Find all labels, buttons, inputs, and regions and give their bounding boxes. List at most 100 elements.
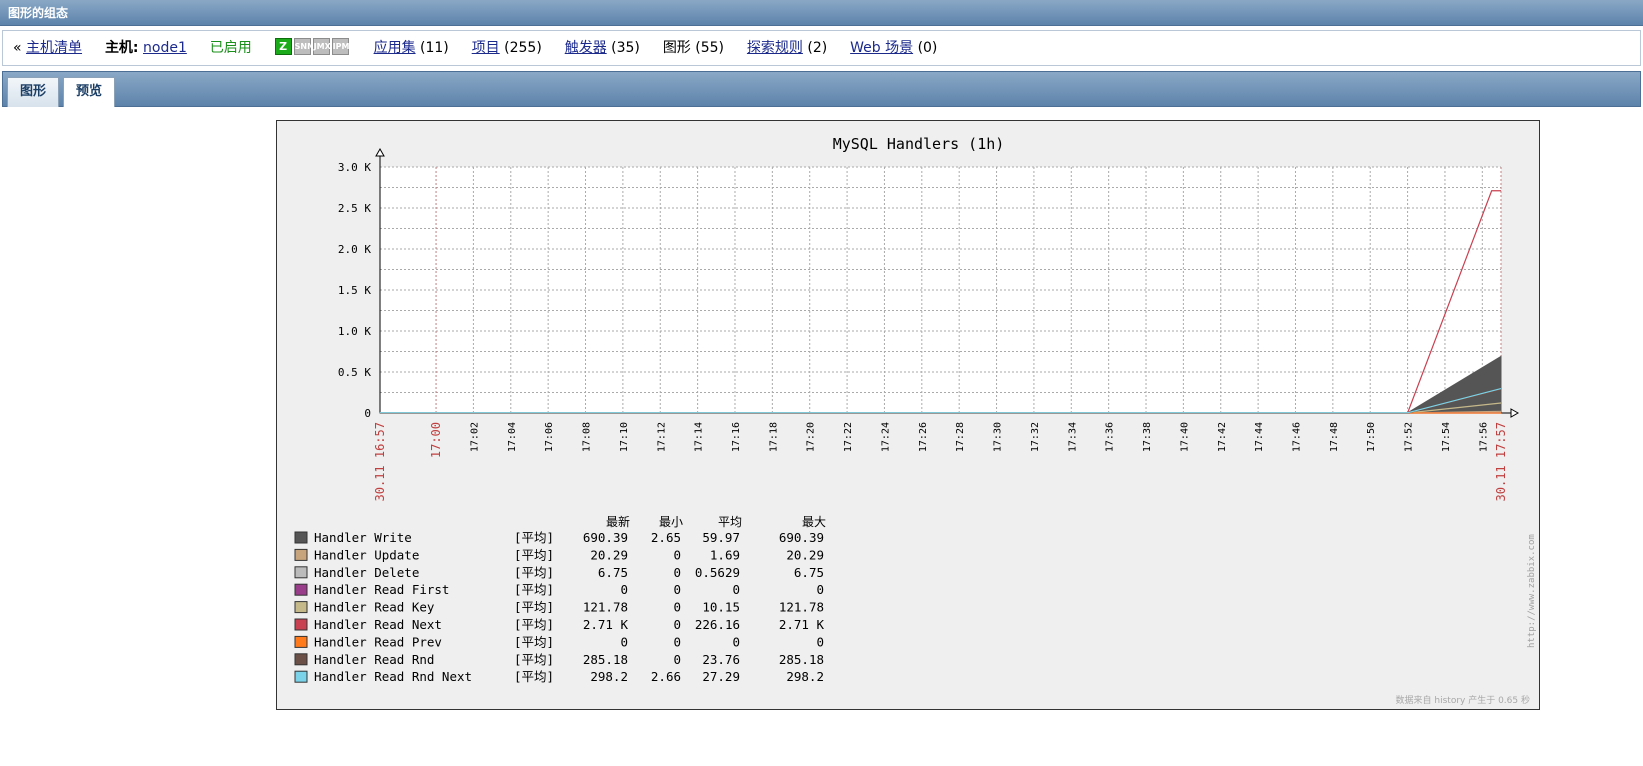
x-tick-label: 17:18 [768,422,779,452]
x-tick-label: 17:24 [880,422,891,452]
x-tick-label: 17:56 [1478,422,1489,452]
web-scenarios-count: (0) [917,40,938,56]
legend-value: 6.75 [598,565,628,580]
x-tick-label: 17:44 [1254,422,1265,452]
y-tick-label: 2.0 K [338,243,371,256]
legend-value: 0 [732,634,740,649]
discovery-rules-count: (2) [807,40,828,56]
legend-value: 1.69 [710,547,740,562]
items-count: (255) [504,40,542,56]
x-tick-label: 17:20 [806,422,817,452]
chart-title: MySQL Handlers (1h) [833,135,1005,153]
legend-swatch [294,548,308,561]
legend-value: 20.29 [590,547,628,562]
legend-value: 0 [673,565,681,580]
items-link[interactable]: 项目 [472,40,500,56]
host-list-link[interactable]: 主机清单 [26,40,82,56]
legend-function: [平均] [514,617,554,632]
legend-value: 0 [673,582,681,597]
legend-value: 690.39 [779,530,824,545]
x-tick-label: 17:02 [469,422,480,452]
y-tick-label: 3.0 K [338,161,371,174]
x-tick-label: 17:48 [1329,422,1340,452]
legend-column-header: 最新 [606,514,630,529]
legend-column-header: 最小 [659,515,683,529]
graph-preview: MySQL Handlers (1h) 0 0.5 K 1.0 K 1.5 K 2.0 K… [276,120,1540,710]
host-navigation-bar: « 主机清单 主机: node1 已启用 Z SNMPJMX IPMI 应用集 (1… [2,30,1641,66]
legend-function: [平均] [514,582,554,597]
legend-swatch [294,601,308,614]
legend-series-name: Handler Write [314,530,412,545]
host-status: 已启用 [209,40,252,56]
legend-function: [平均] [514,547,554,562]
legend-value: 0 [620,582,628,597]
x-tick-label: 17:04 [507,422,518,452]
y-tick-label: 1.5 K [338,284,371,297]
legend-series-name: Handler Read Rnd Next [314,669,472,684]
legend-value: 20.29 [786,547,824,562]
legend-value: 690.39 [583,530,628,545]
host-label: 主机: [104,40,139,56]
legend-value: 2.71 K [779,617,825,632]
chart-footer: 数据来自 history 产生于 0.65 秒 [1396,694,1530,706]
discovery-rules-link[interactable]: 探索规则 [747,40,803,56]
x-tick-label: 17:46 [1291,422,1302,452]
x-tick-label: 17:52 [1404,422,1415,452]
legend-value: 298.2 [786,669,824,684]
legend-series-name: Handler Read Key [314,600,435,615]
legend-swatch [294,583,308,596]
tab-graph[interactable]: 图形 [7,77,59,107]
legend-value: 0 [816,582,824,597]
legend-value: 23.76 [702,652,740,667]
x-tick-label: 17:10 [619,422,630,452]
web-scenarios-link[interactable]: Web 场景 [850,40,913,56]
page-title: 图形的组态 [8,6,69,20]
page-title-bar: 图形的组态 [0,0,1643,26]
x-tick-label: 17:32 [1030,422,1041,452]
tab-preview[interactable]: 预览 [63,77,115,107]
legend-value: 285.18 [583,652,628,667]
applications-link[interactable]: 应用集 [374,40,416,56]
legend-value: 0 [673,547,681,562]
ipmi-availability-icon: IPMI [331,38,352,55]
legend-swatch [294,653,308,666]
legend-series-name: Handler Read Next [314,617,442,632]
availability-icons: Z SNMPJMX IPMI [274,38,355,56]
x-tick-label: 17:14 [694,422,705,452]
legend-value: 298.2 [590,669,628,684]
legend-value: 6.75 [794,565,824,580]
host-name-link[interactable]: node1 [143,40,187,56]
legend-series-name: Handler Read First [314,582,449,597]
legend-value: 2.65 [651,530,681,545]
back-arrow-icon: « [13,40,22,56]
legend-value: 285.18 [779,652,824,667]
legend-swatch [294,618,308,631]
legend-value: 0 [673,652,681,667]
legend-column-header: 平均 [718,515,742,529]
x-tick-label: 17:08 [582,422,593,452]
x-tick-label: 17:22 [843,422,854,452]
x-tick-label: 17:12 [656,422,667,452]
x-tick-label: 17:50 [1366,422,1377,452]
legend-function: [平均] [514,652,554,667]
legend-series-name: Handler Update [314,547,419,562]
x-tick-label: 17:30 [993,422,1004,452]
x-tick-label: 30.11 16:57 [373,422,387,501]
y-tick-label: 1.0 K [338,325,371,338]
x-tick-label: 17:36 [1105,422,1116,452]
graphs-label: 图形 [662,40,691,56]
triggers-link[interactable]: 触发器 [565,40,607,56]
mysql-handlers-chart: MySQL Handlers (1h) 0 0.5 K 1.0 K 1.5 K 2.0 K… [276,120,1540,710]
x-tick-label: 17:06 [544,422,555,452]
triggers-count: (35) [611,40,640,56]
legend-function: [平均] [514,600,554,615]
jmx-availability-icon: JMX [312,38,331,55]
y-tick-label: 0.5 K [338,366,371,379]
legend-value: 0 [673,617,681,632]
legend-function: [平均] [514,565,554,580]
legend-value: 0 [732,582,740,597]
y-tick-label: 0 [364,407,371,420]
legend-value: 2.71 K [583,617,629,632]
legend-swatch [294,635,308,648]
x-tick-label: 17:26 [918,422,929,452]
